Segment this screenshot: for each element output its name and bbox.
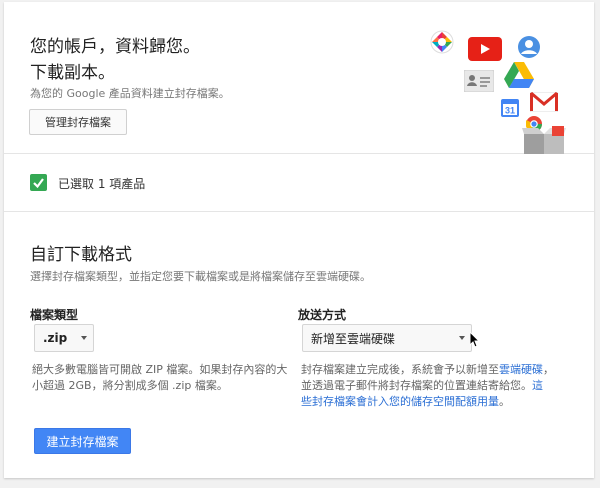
format-section-title: 自訂下載格式 <box>30 245 132 265</box>
create-archive-button[interactable]: 建立封存檔案 <box>34 428 131 454</box>
chevron-down-icon <box>81 336 87 340</box>
youtube-icon <box>468 37 502 61</box>
mouse-cursor-icon <box>470 332 480 348</box>
archive-box-icon <box>522 126 566 154</box>
products-checkbox[interactable] <box>30 174 47 191</box>
page-title-line2: 下載副本。 <box>30 63 115 83</box>
selected-products-label: 已選取 1 項產品 <box>58 177 146 191</box>
picasa-icon <box>430 30 454 54</box>
drive-icon <box>504 62 534 88</box>
delivery-note-line2: 並透過電子郵件將封存檔案的位置連結寄給您。這 <box>301 378 554 394</box>
quota-link[interactable]: 些封存檔案會計入您的儲存空間配額用量 <box>301 395 499 408</box>
selected-products-row[interactable]: 已選取 1 項產品 <box>4 154 594 212</box>
manage-archives-button[interactable]: 管理封存檔案 <box>29 109 127 135</box>
file-type-label: 檔案類型 <box>30 308 79 322</box>
delivery-note-text: 。 <box>499 395 510 408</box>
profile-icon <box>518 36 540 58</box>
delivery-note-line3: 些封存檔案會計入您的儲存空間配額用量。 <box>301 394 554 410</box>
delivery-note-line1: 封存檔案建立完成後，系統會予以新增至雲端硬碟， <box>301 362 554 378</box>
file-type-note-line2: 小超過 2GB，將分割成多個 .zip 檔案。 <box>32 379 228 392</box>
gmail-icon <box>530 92 558 112</box>
calendar-icon: 31 <box>501 99 519 117</box>
chevron-down-icon <box>459 336 465 340</box>
file-type-note-line1: 絕大多數電腦皆可開啟 ZIP 檔案。如果封存內容的大 <box>32 363 288 376</box>
drive-link[interactable]: 雲端硬碟 <box>499 363 543 376</box>
svg-text:31: 31 <box>505 106 515 116</box>
contacts-icon <box>464 70 494 92</box>
page-title-line1: 您的帳戶，資料歸您。 <box>30 37 200 57</box>
format-section-description: 選擇封存檔案類型，並指定您要下載檔案或是將檔案儲存至雲端硬碟。 <box>30 270 371 283</box>
file-type-value: .zip <box>43 331 68 345</box>
delivery-method-select[interactable]: 新增至雲端硬碟 <box>302 324 472 352</box>
takeout-card: 您的帳戶，資料歸您。 下載副本。 為您的 Google 產品資料建立封存檔案。 … <box>4 2 594 478</box>
quota-link-start[interactable]: 這 <box>532 379 543 392</box>
file-type-note: 絕大多數電腦皆可開啟 ZIP 檔案。如果封存內容的大 小超過 2GB，將分割成多… <box>32 362 287 394</box>
delivery-note-text: 封存檔案建立完成後，系統會予以新增至 <box>301 363 499 376</box>
delivery-note-text: ， <box>543 363 554 376</box>
delivery-note-text: 並透過電子郵件將封存檔案的位置連結寄給您。 <box>301 379 532 392</box>
hero-section: 您的帳戶，資料歸您。 下載副本。 為您的 Google 產品資料建立封存檔案。 … <box>4 2 594 154</box>
product-icons-cluster: 31 <box>424 26 574 154</box>
delivery-note: 封存檔案建立完成後，系統會予以新增至雲端硬碟， 並透過電子郵件將封存檔案的位置連… <box>301 362 554 410</box>
checkmark-icon <box>33 178 44 189</box>
delivery-method-label: 放送方式 <box>298 308 347 322</box>
delivery-method-value: 新增至雲端硬碟 <box>311 331 396 346</box>
file-type-select[interactable]: .zip <box>34 324 94 352</box>
hero-subtitle: 為您的 Google 產品資料建立封存檔案。 <box>30 87 230 100</box>
